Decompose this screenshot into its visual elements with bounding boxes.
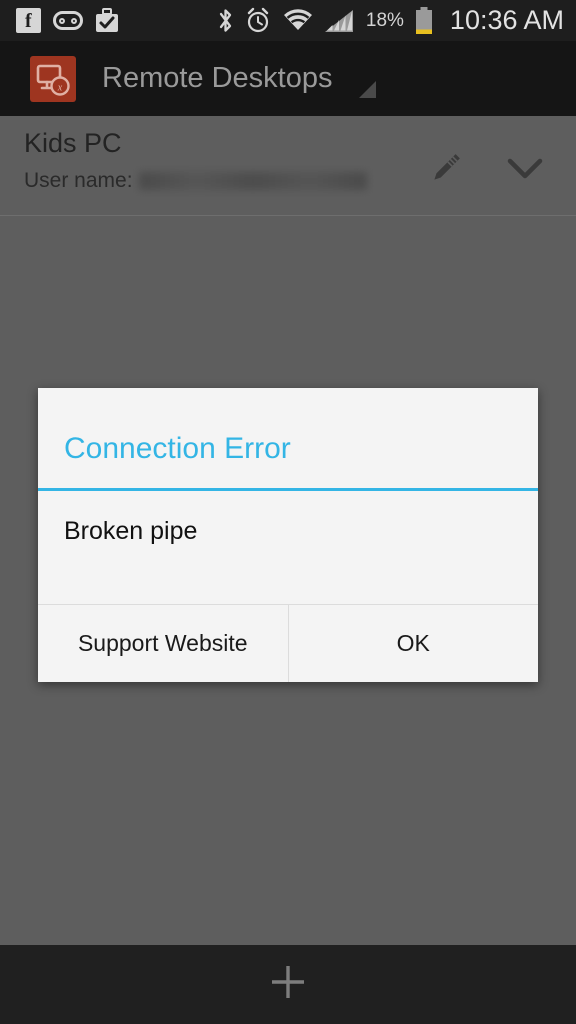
dialog-message: Broken pipe — [64, 517, 198, 545]
battery-icon — [415, 6, 433, 35]
phone-screen: 18% 10:36 AM x Remote Desktops K — [0, 0, 576, 1024]
bluetooth-icon — [217, 7, 234, 34]
connection-error-dialog: Connection Error Broken pipe Support Web… — [38, 388, 538, 682]
spinner-triangle-icon[interactable] — [358, 81, 376, 98]
remote-desktop-app-icon[interactable]: x — [30, 55, 76, 102]
status-bar: 18% 10:36 AM — [0, 0, 576, 41]
wifi-icon — [282, 8, 314, 33]
status-bar-system-icons: 18% 10:36 AM — [217, 5, 576, 36]
list-item[interactable]: Kids PC User name: — [0, 116, 576, 216]
page-title: Remote Desktops — [102, 62, 333, 94]
connection-name-label: Kids PC — [24, 128, 122, 158]
dialog-body: Broken pipe — [38, 491, 538, 604]
username-label: User name: — [24, 169, 133, 192]
clock-label: 10:36 AM — [449, 5, 564, 35]
username-value-redacted — [138, 172, 367, 190]
pencil-icon[interactable] — [422, 146, 468, 197]
action-bar: x Remote Desktops — [0, 41, 576, 116]
ok-button[interactable]: OK — [287, 605, 539, 682]
voicemail-icon — [53, 11, 83, 30]
chevron-down-icon[interactable] — [502, 154, 548, 189]
bottom-action-bar — [0, 945, 576, 1024]
username-row: User name: — [24, 169, 367, 193]
facebook-icon — [16, 8, 41, 33]
work-profile-icon — [95, 8, 119, 33]
dialog-button-bar: Support Website OK — [38, 604, 538, 682]
support-website-button[interactable]: Support Website — [38, 605, 288, 682]
svg-text:x: x — [57, 82, 63, 93]
battery-percent-label: 18% — [365, 9, 404, 31]
dialog-title: Connection Error — [64, 432, 291, 465]
alarm-icon — [245, 7, 271, 34]
status-bar-notification-icons — [0, 8, 119, 33]
plus-icon[interactable] — [260, 954, 316, 1015]
dialog-title-area: Connection Error — [38, 388, 538, 488]
cellular-signal-icon — [324, 8, 355, 33]
